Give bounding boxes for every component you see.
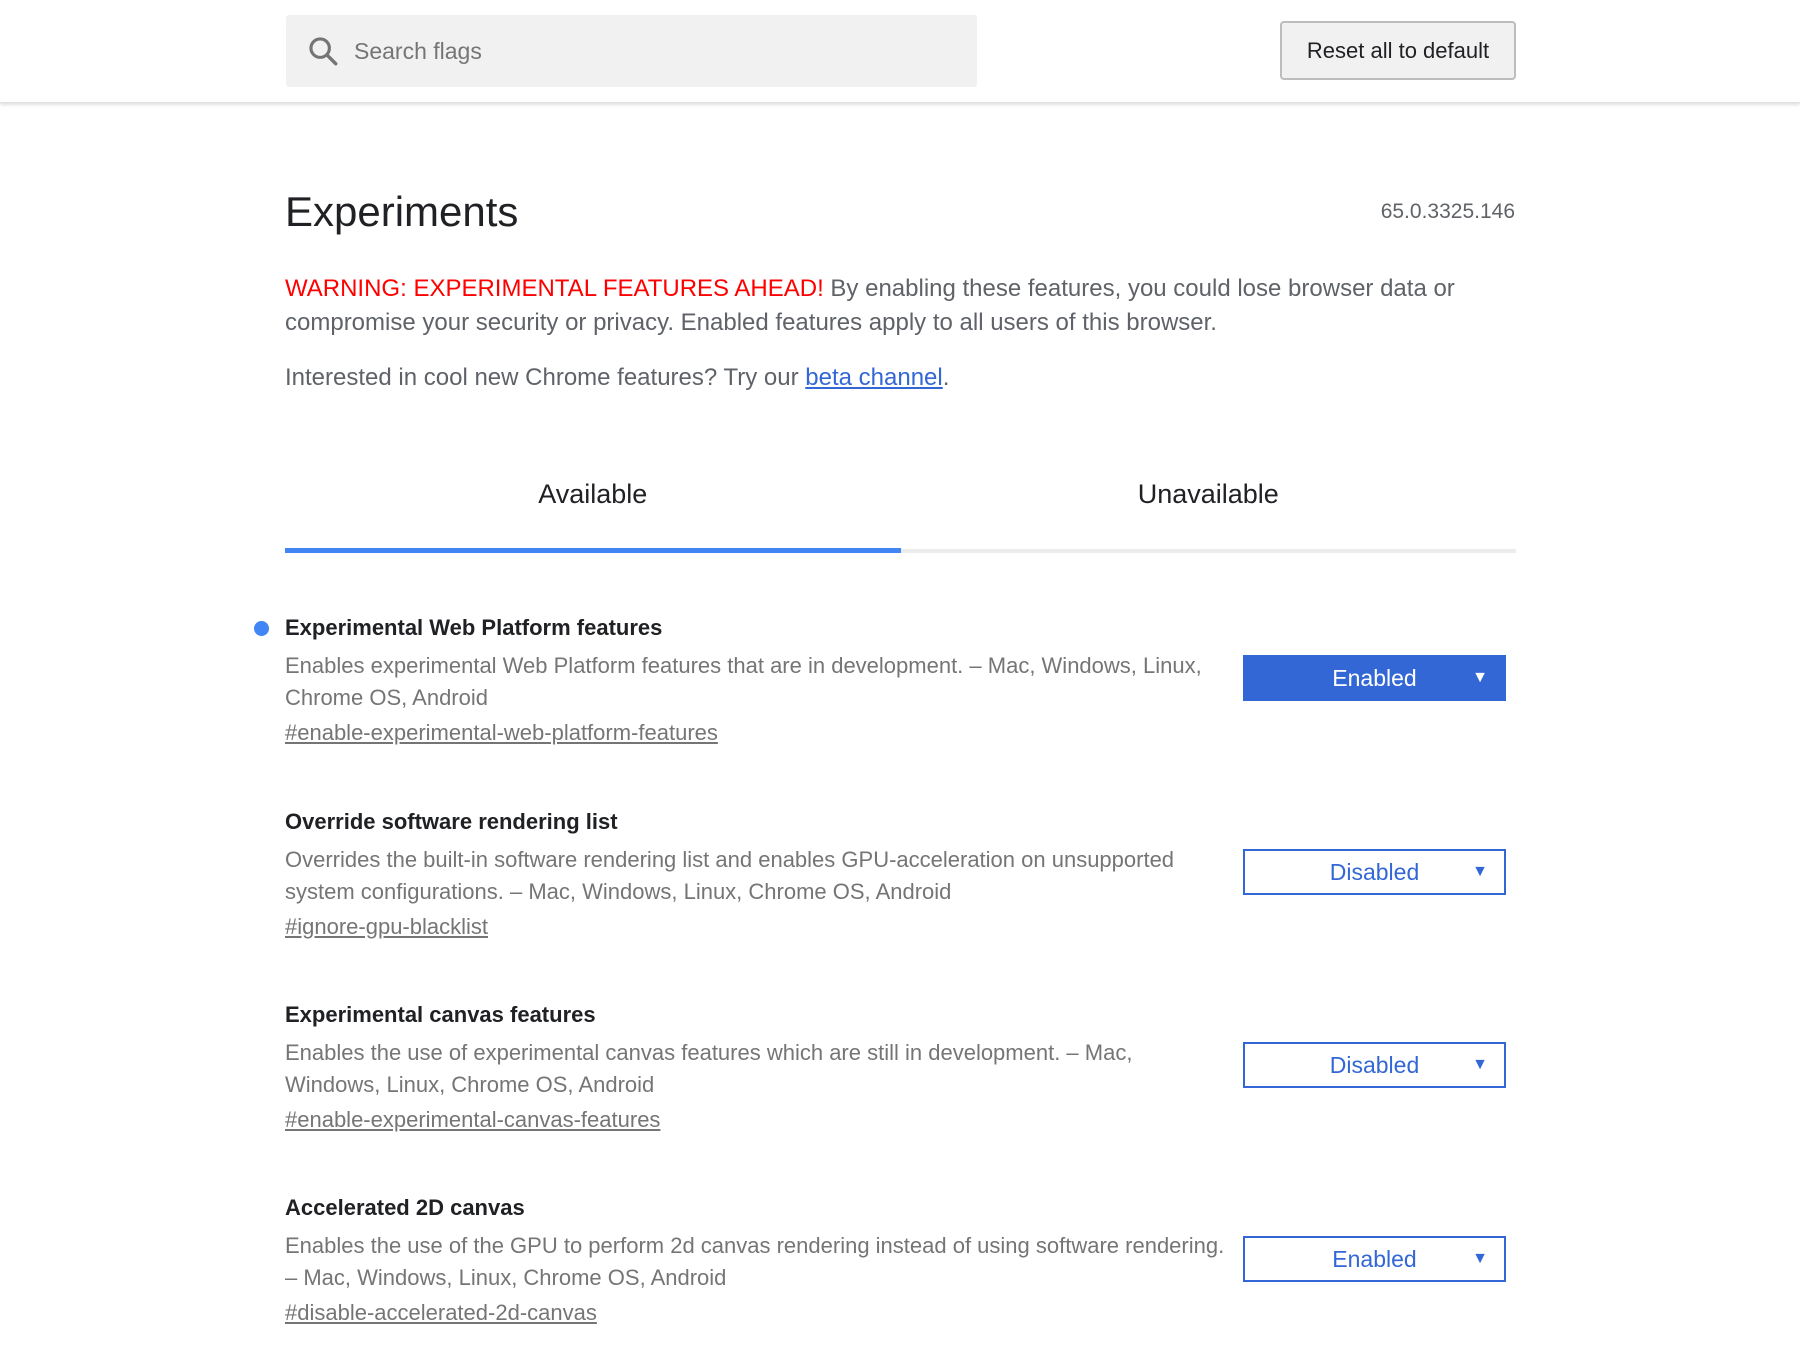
experiment-permalink[interactable]: #disable-accelerated-2d-canvas: [285, 1300, 597, 1326]
experiment-permalink[interactable]: #enable-experimental-web-platform-featur…: [285, 720, 718, 746]
experiment-description: Enables the use of the GPU to perform 2d…: [285, 1233, 1225, 1290]
beta-prefix: Interested in cool new Chrome features? …: [285, 364, 806, 391]
experiment-description: Overrides the built-in software renderin…: [285, 847, 1175, 904]
experiment-permalink[interactable]: #ignore-gpu-blacklist: [285, 914, 488, 940]
experiment-state-select[interactable]: Disabled ▼: [1243, 849, 1506, 895]
page-title: Experiments: [285, 188, 519, 235]
warning-heading: WARNING: EXPERIMENTAL FEATURES AHEAD!: [285, 275, 824, 302]
experiment-description: Enables the use of experimental canvas f…: [285, 1040, 1133, 1097]
reset-all-button[interactable]: Reset all to default: [1280, 21, 1516, 80]
modified-indicator-dot: [254, 621, 269, 636]
experiment-item: Override software rendering list Overrid…: [285, 806, 1516, 940]
select-value: Disabled: [1329, 1051, 1420, 1078]
experiment-item: Experimental Web Platform features Enabl…: [254, 612, 1516, 746]
select-value: Enabled: [1332, 1245, 1417, 1272]
select-value: Enabled: [1332, 664, 1417, 691]
search-input[interactable]: [352, 36, 916, 66]
version-label: 65.0.3325.146: [1380, 200, 1515, 223]
tab-available[interactable]: Available: [285, 455, 901, 553]
beta-text: Interested in cool new Chrome features? …: [285, 364, 949, 392]
experiment-title: Experimental Web Platform features: [285, 615, 663, 640]
experiment-permalink[interactable]: #enable-experimental-canvas-features: [285, 1107, 660, 1133]
experiment-state-select[interactable]: Enabled ▼: [1243, 1236, 1506, 1282]
experiment-title: Experimental canvas features: [285, 1002, 596, 1027]
experiment-description: Enables experimental Web Platform featur…: [285, 653, 1202, 710]
experiment-item: Experimental canvas features Enables the…: [285, 999, 1516, 1133]
experiment-title: Accelerated 2D canvas: [285, 1195, 525, 1220]
dropdown-arrow-icon: ▼: [1472, 1250, 1488, 1267]
tab-bar: Available Unavailable: [285, 455, 1516, 553]
dropdown-arrow-icon: ▼: [1472, 1056, 1488, 1073]
experiment-title: Override software rendering list: [285, 809, 618, 834]
warning-text: WARNING: EXPERIMENTAL FEATURES AHEAD! By…: [285, 272, 1525, 340]
tab-unavailable[interactable]: Unavailable: [901, 455, 1517, 549]
top-toolbar: Reset all to default: [0, 0, 1800, 103]
beta-suffix: .: [942, 364, 950, 391]
dropdown-arrow-icon: ▼: [1472, 669, 1488, 686]
dropdown-arrow-icon: ▼: [1472, 863, 1488, 880]
beta-channel-link[interactable]: beta channel: [805, 364, 942, 391]
experiment-state-select[interactable]: Enabled ▼: [1243, 655, 1506, 701]
experiment-item: Accelerated 2D canvas Enables the use of…: [285, 1192, 1516, 1326]
experiment-state-select[interactable]: Disabled ▼: [1243, 1042, 1506, 1088]
search-box[interactable]: [286, 15, 977, 87]
search-icon: [304, 32, 342, 70]
select-value: Disabled: [1329, 858, 1420, 885]
